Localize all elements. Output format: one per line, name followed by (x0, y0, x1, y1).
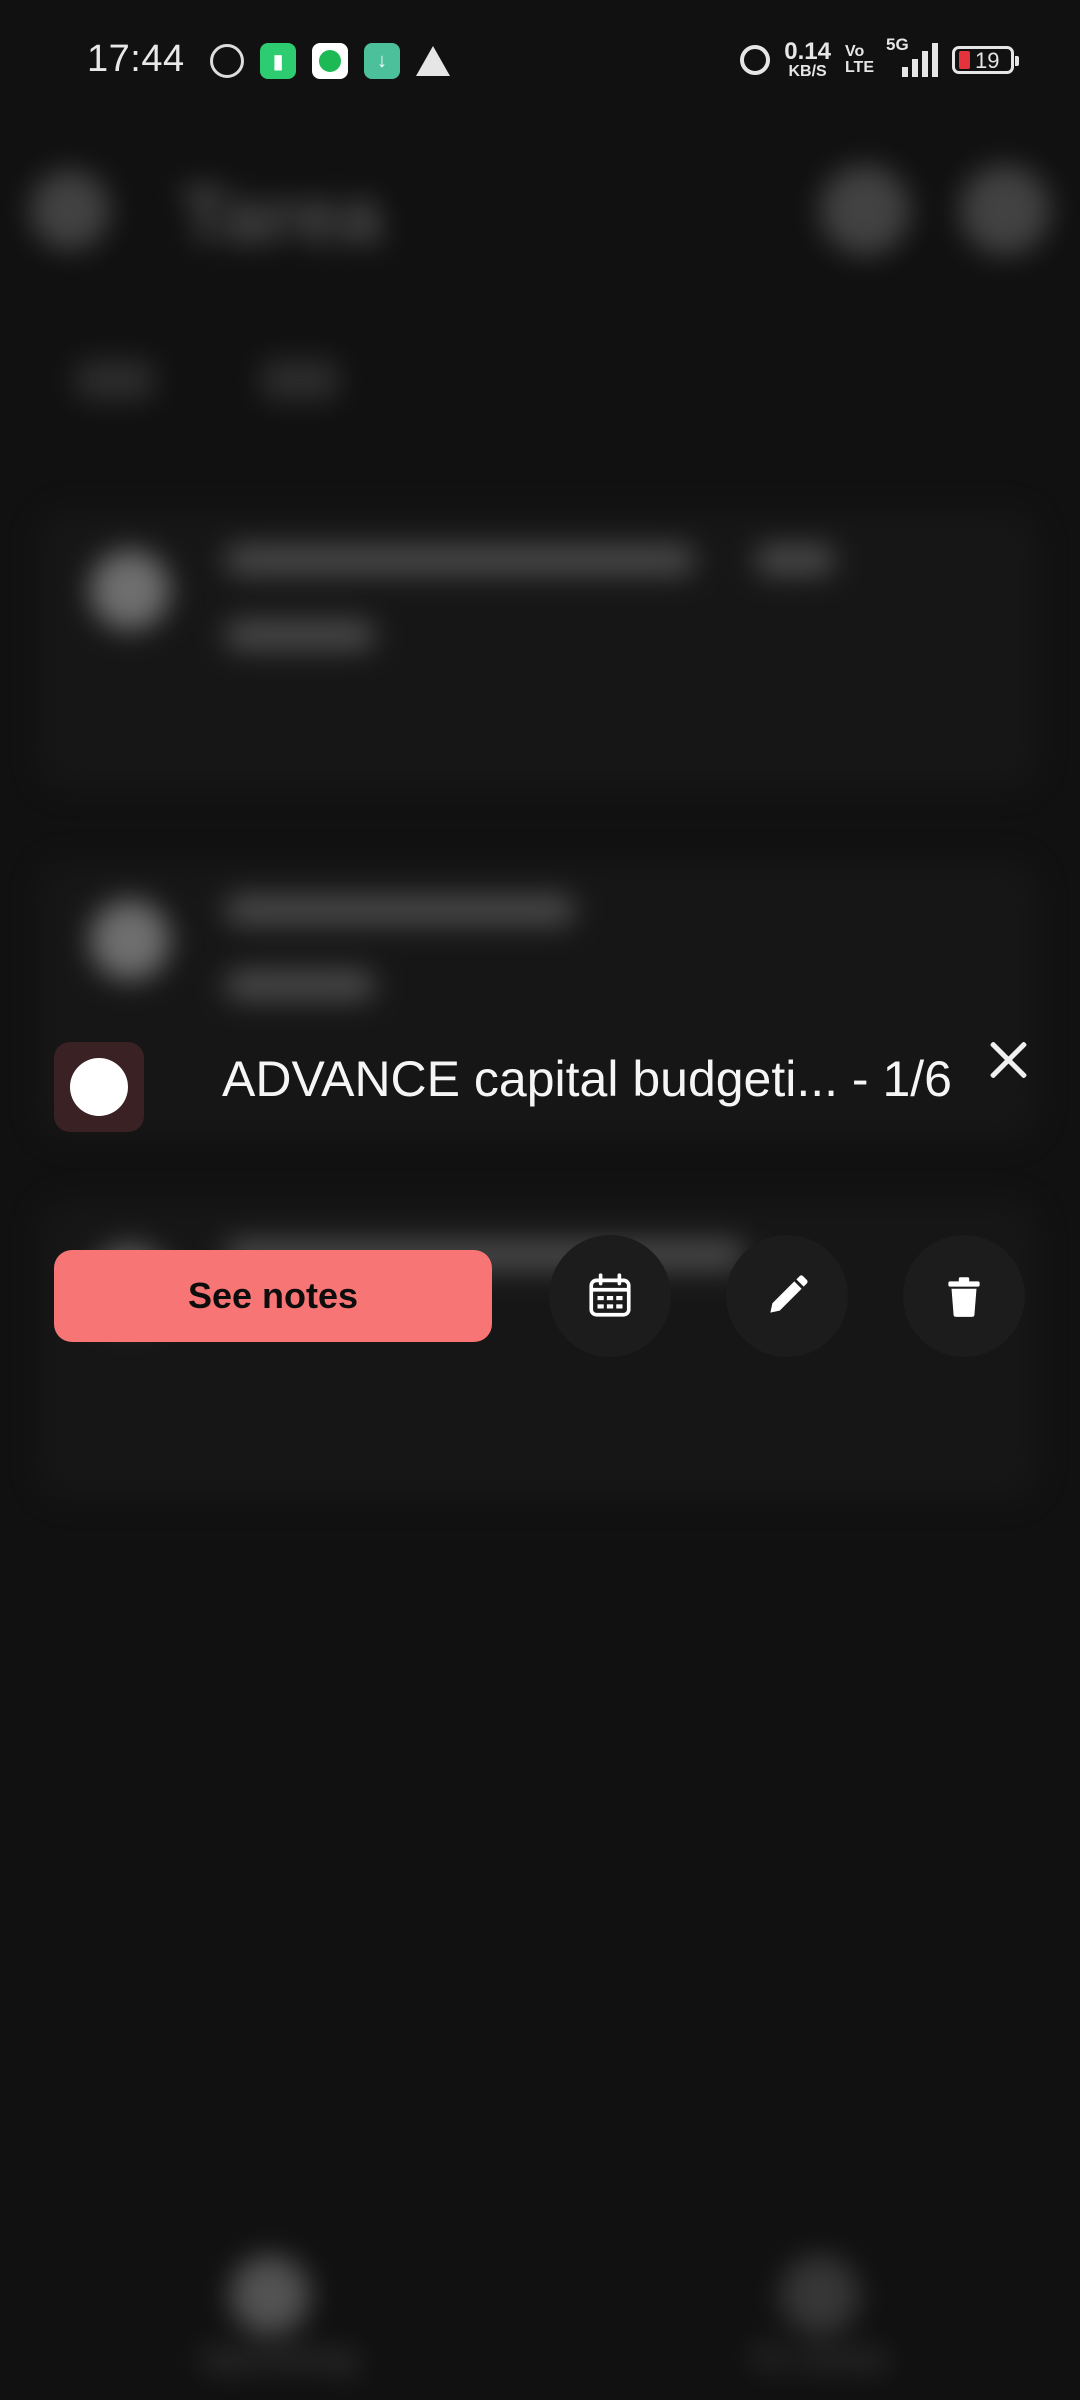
see-notes-button[interactable]: See notes (54, 1250, 492, 1342)
download-icon: ↓ (364, 43, 400, 79)
blurred-background: Tarea Upcoming To revise (0, 0, 1080, 2400)
schedule-button[interactable] (549, 1235, 671, 1357)
battery-icon: 19 (952, 46, 1019, 74)
task-checkbox[interactable] (54, 1042, 144, 1132)
warning-icon (416, 46, 450, 76)
battery-level: 19 (975, 48, 1000, 73)
edit-button[interactable] (726, 1235, 848, 1357)
status-time: 17:44 (87, 38, 185, 80)
network-type: 5G (886, 35, 909, 54)
system-icons: 0.14 KB/S Vo LTE 5G 19 (740, 35, 1019, 80)
nav-upcoming-label: Upcoming (200, 2340, 357, 2376)
delete-button[interactable] (903, 1235, 1025, 1357)
volte-bottom: LTE (844, 59, 874, 76)
signal-icon: 5G (886, 35, 938, 77)
volte-indicator: Vo LTE (845, 44, 874, 76)
notification-icons: ▮ ↓ (210, 43, 450, 79)
network-speed-value: 0.14 (784, 38, 831, 65)
volte-top: Vo (844, 43, 865, 60)
whatsapp-icon (210, 44, 244, 78)
close-icon[interactable] (984, 1036, 1032, 1084)
calendar-icon (589, 1273, 631, 1317)
task-title: ADVANCE capital budgeti... - 1/6 (222, 1051, 952, 1107)
app-screen: Tarea Upcoming To revise 17:44 ▮ ↓ 0.14 … (0, 0, 1080, 2400)
spotify-icon (312, 43, 348, 79)
trash-icon (948, 1277, 980, 1317)
checkbox-circle (70, 1058, 128, 1116)
nav-to-revise-label: To revise (750, 2340, 889, 2376)
network-speed: 0.14 KB/S (784, 40, 831, 80)
battery-saver-icon: ▮ (260, 43, 296, 79)
alarm-icon (740, 45, 771, 75)
pencil-icon (770, 1275, 808, 1313)
network-speed-unit: KB/S (788, 63, 827, 80)
status-bar: 17:44 ▮ ↓ 0.14 KB/S Vo LTE 5G 19 (0, 0, 1080, 124)
